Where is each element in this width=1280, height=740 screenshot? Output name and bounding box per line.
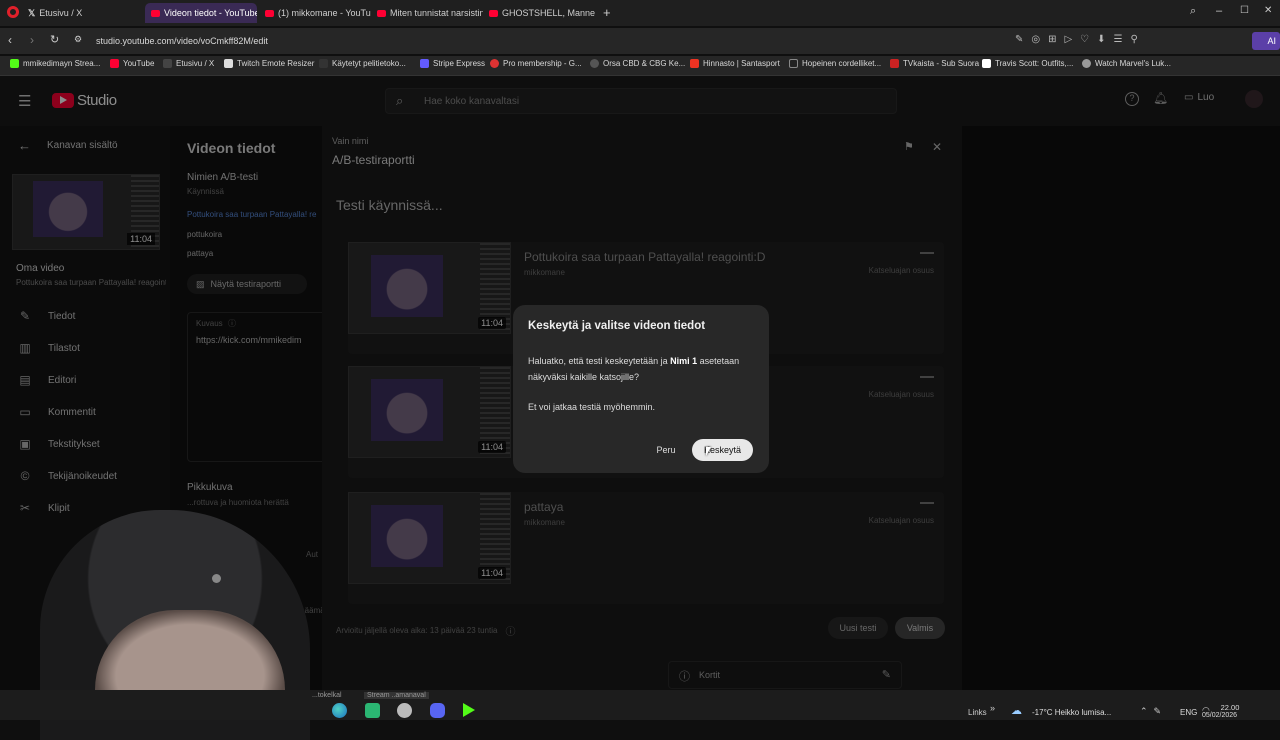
bookmark-item[interactable]: Pro membership - G...	[490, 59, 582, 68]
site-info-icon[interactable]: ⚙	[74, 34, 82, 45]
tab-channel[interactable]: (1) mikkomane - YouTube	[259, 3, 371, 23]
tab-x[interactable]: 𝕏 Etusivu / X	[22, 3, 140, 23]
reload-icon[interactable]: ↻	[50, 33, 59, 46]
bookmark-item[interactable]: Orsa CBD & CBG Ke...	[590, 59, 685, 68]
dialog-title: Keskeytä ja valitse videon tiedot	[528, 320, 706, 332]
tab-narsisti[interactable]: Miten tunnistat narsistin?	[371, 3, 483, 23]
ai-button[interactable]: AI	[1252, 32, 1280, 50]
bookmark-item[interactable]: Travis Scott: Outfits,...	[982, 59, 1073, 68]
back-icon[interactable]: ‹	[8, 33, 12, 47]
url-field[interactable]: studio.youtube.com/video/voCmkff82M/edit	[96, 36, 268, 46]
opera-logo-icon[interactable]	[7, 6, 19, 18]
discord-icon[interactable]	[430, 703, 445, 718]
address-bar: ‹ › ↻ ⚙ studio.youtube.com/video/voCmkff…	[0, 28, 1280, 54]
bookmark-item[interactable]: YouTube	[110, 59, 154, 68]
youtube-icon	[489, 9, 498, 17]
extension-icons[interactable]: ✎◎⊞▷♡⬇☰⚲	[1015, 34, 1146, 45]
taskbar-label: ...tokelkal	[312, 692, 342, 699]
bookmarks-bar: mmikedimayn Strea... YouTube Etusivu / X…	[0, 56, 1280, 76]
bookmark-item[interactable]: TVkaista - Sub Suora	[890, 59, 979, 68]
mouse-cursor-icon	[706, 447, 711, 456]
maximize-icon[interactable]: ☐	[1240, 5, 1249, 16]
search-tabs-icon[interactable]: ⌕	[1190, 5, 1196, 18]
tab-ghostshell[interactable]: GHOSTSHELL, Mannequin	[483, 3, 595, 23]
dialog-body: Haluatko, että testi keskeytetään ja Nim…	[528, 356, 740, 382]
youtube-icon	[377, 9, 386, 17]
app-icon[interactable]	[365, 703, 380, 718]
beanie-logo-icon	[212, 574, 221, 583]
weather-icon: ☁	[1011, 705, 1022, 717]
tab-video-details[interactable]: Videon tiedot - YouTube ✕	[145, 3, 257, 23]
bookmark-item[interactable]: Twitch Emote Resizer	[224, 59, 314, 68]
bookmark-item[interactable]: Käytetyt pelitietoko...	[319, 59, 406, 68]
forward-icon[interactable]: ›	[30, 33, 34, 47]
close-window-icon[interactable]: ✕	[1264, 5, 1272, 16]
pause-test-dialog: Keskeytä ja valitse videon tiedot Haluat…	[513, 305, 769, 473]
cancel-button[interactable]: Peru	[645, 439, 687, 461]
dialog-note: Et voi jatkaa testiä myöhemmin.	[528, 402, 656, 412]
browser-tab-bar: 𝕏 Etusivu / X Videon tiedot - YouTube ✕ …	[0, 0, 1280, 26]
minimize-icon[interactable]: –	[1216, 5, 1222, 17]
kick-icon[interactable]	[463, 703, 475, 717]
taskbar-label: Stream ..amanaval	[364, 692, 429, 699]
bookmark-item[interactable]: Hinnasto | Santasport	[690, 59, 780, 68]
webcam-overlay	[0, 500, 322, 740]
edge-icon[interactable]	[332, 703, 347, 718]
clock-time[interactable]: 22.00	[1212, 703, 1248, 712]
bookmark-item[interactable]: Stripe Express	[420, 59, 485, 68]
language-label[interactable]: ENG	[1180, 708, 1197, 717]
youtube-icon	[151, 9, 160, 17]
app-icon[interactable]	[397, 703, 412, 718]
bookmark-item[interactable]: Hopeinen cordelliket...	[789, 59, 881, 68]
weather-text[interactable]: -17°C Heikko lumisa...	[1032, 708, 1111, 717]
tray-icons[interactable]: ⌃✎	[1140, 706, 1167, 717]
bookmark-item[interactable]: Etusivu / X	[163, 59, 214, 68]
taskbar: ...tokelkal Stream ..amanaval Links » ☁ …	[0, 690, 1280, 720]
youtube-icon	[265, 9, 274, 17]
bookmark-item[interactable]: Watch Marvel's Luk...	[1082, 59, 1171, 68]
links-label[interactable]: Links	[968, 708, 987, 717]
new-tab-icon[interactable]: +	[603, 5, 611, 20]
bookmark-item[interactable]: mmikedimayn Strea...	[10, 59, 100, 68]
clock-date[interactable]: 05/02/2026	[1202, 712, 1237, 719]
pause-confirm-button[interactable]: Keskeytä	[692, 439, 753, 461]
x-logo-icon: 𝕏	[28, 7, 36, 18]
chevron-icon[interactable]: »	[990, 703, 995, 713]
